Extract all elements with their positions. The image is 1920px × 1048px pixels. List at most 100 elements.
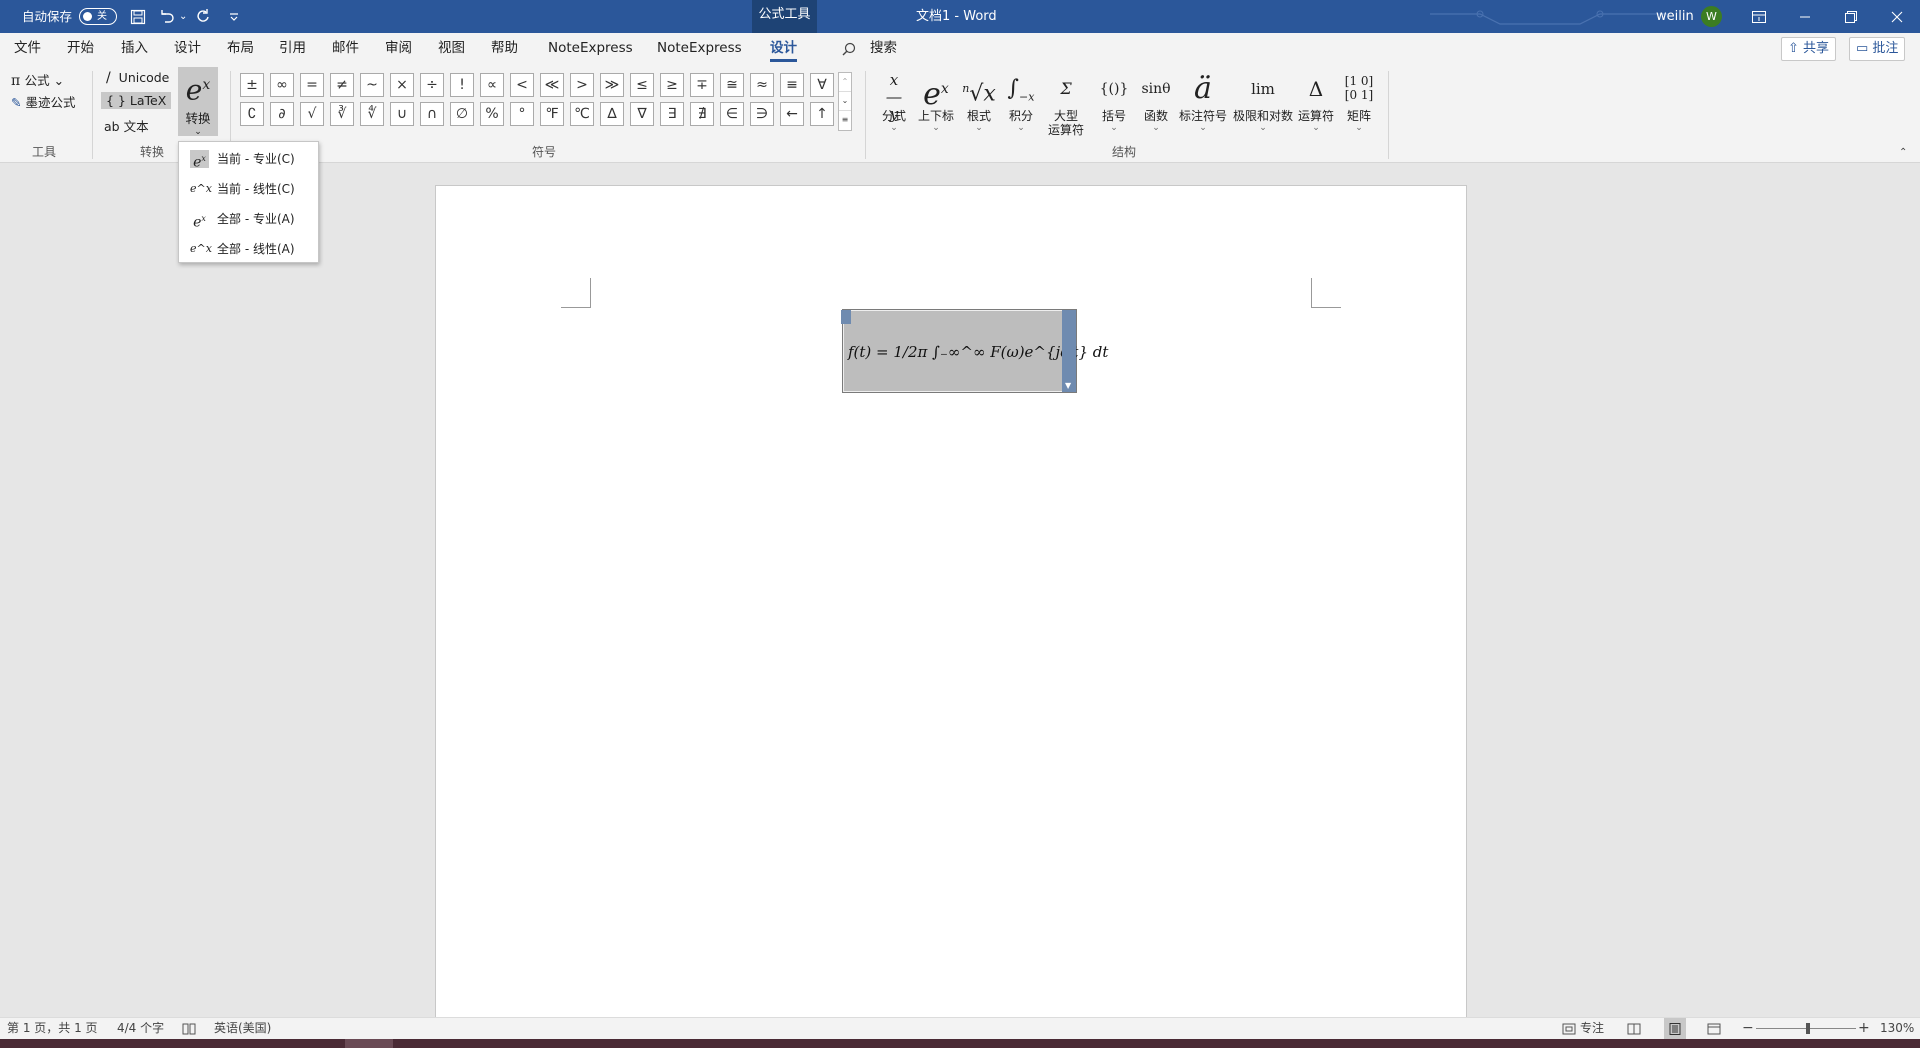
limit-log-button[interactable]: lim 极限和对数 ⌄ bbox=[1232, 69, 1294, 133]
search-icon[interactable] bbox=[842, 33, 856, 65]
symbol-button[interactable]: ∛ bbox=[330, 102, 354, 126]
symbol-button[interactable]: ∓ bbox=[690, 73, 714, 97]
symbol-button[interactable]: ≈ bbox=[750, 73, 774, 97]
redo-icon[interactable] bbox=[196, 0, 212, 33]
autosave-toggle[interactable]: 关 bbox=[79, 8, 117, 25]
bracket-button[interactable]: {()} 括号 ⌄ bbox=[1096, 69, 1132, 133]
undo-icon[interactable] bbox=[158, 0, 176, 33]
accent-button[interactable]: ä 标注符号 ⌄ bbox=[1178, 69, 1228, 133]
symbol-button[interactable]: = bbox=[300, 73, 324, 97]
tab-references[interactable]: 引用 bbox=[279, 33, 306, 65]
print-layout-icon[interactable] bbox=[1664, 1018, 1686, 1040]
tab-equation-design[interactable]: 设计 bbox=[770, 33, 797, 65]
integral-button[interactable]: ∫−x 积分 ⌄ bbox=[1002, 69, 1040, 133]
tab-home[interactable]: 开始 bbox=[67, 33, 94, 65]
symbol-button[interactable]: ∅ bbox=[450, 102, 474, 126]
tab-help[interactable]: 帮助 bbox=[491, 33, 518, 65]
close-icon[interactable] bbox=[1874, 0, 1920, 33]
symbol-button[interactable]: ∋ bbox=[750, 102, 774, 126]
tab-noteexpress-2[interactable]: NoteExpress bbox=[657, 33, 742, 65]
tab-design[interactable]: 设计 bbox=[174, 33, 201, 65]
search-box[interactable]: 搜索 bbox=[870, 33, 897, 65]
restore-icon[interactable] bbox=[1828, 0, 1874, 33]
symbol-button[interactable]: ∞ bbox=[270, 73, 294, 97]
expand-gallery-icon[interactable]: ≡ bbox=[839, 111, 851, 130]
symbol-button[interactable]: ≥ bbox=[660, 73, 684, 97]
user-name[interactable]: weilin bbox=[1656, 0, 1694, 33]
symbol-button[interactable]: ≪ bbox=[540, 73, 564, 97]
zoom-in-button[interactable]: + bbox=[1858, 1018, 1870, 1040]
equation-options-handle[interactable]: ▼ bbox=[1062, 310, 1076, 392]
symbol-button[interactable]: ↑ bbox=[810, 102, 834, 126]
convert-all-professional-item[interactable]: ex 全部 - 专业(A) bbox=[179, 205, 318, 233]
equation-object[interactable]: f(t) = 1/2π ∫₋∞^∞ F(ω)e^{jωt} dt ▼ bbox=[841, 309, 1108, 393]
tab-file[interactable]: 文件 bbox=[14, 33, 41, 65]
symbol-button[interactable]: ∂ bbox=[270, 102, 294, 126]
symbol-button[interactable]: ≡ bbox=[780, 73, 804, 97]
latex-button[interactable]: { } LaTeX bbox=[101, 92, 172, 109]
symbol-button[interactable]: ° bbox=[510, 102, 534, 126]
symbol-button[interactable]: ← bbox=[780, 102, 804, 126]
ribbon-display-options-icon[interactable] bbox=[1736, 0, 1782, 33]
user-avatar[interactable]: W bbox=[1701, 6, 1722, 27]
symbol-button[interactable]: ≅ bbox=[720, 73, 744, 97]
symbol-button[interactable]: ∝ bbox=[480, 73, 504, 97]
equation-text[interactable]: f(t) = 1/2π ∫₋∞^∞ F(ω)e^{jωt} dt bbox=[848, 311, 1108, 393]
web-layout-icon[interactable] bbox=[1707, 1018, 1721, 1040]
focus-mode-button[interactable]: 专注 bbox=[1580, 1018, 1604, 1040]
language-indicator[interactable]: 英语(美国) bbox=[214, 1018, 271, 1040]
symbol-button[interactable]: ∁ bbox=[240, 102, 264, 126]
script-button[interactable]: ex 上下标 ⌄ bbox=[914, 69, 958, 133]
symbol-button[interactable]: √ bbox=[300, 102, 324, 126]
tab-layout[interactable]: 布局 bbox=[227, 33, 254, 65]
tab-view[interactable]: 视图 bbox=[438, 33, 465, 65]
equation-button[interactable]: π 公式 ⌄ bbox=[11, 70, 64, 89]
scroll-up-icon[interactable]: ⌃ bbox=[839, 73, 851, 92]
convert-current-linear-item[interactable]: e^x 当前 - 线性(C) bbox=[179, 175, 318, 203]
ink-equation-button[interactable]: ✎ 墨迹公式 bbox=[11, 92, 75, 111]
convert-current-professional-item[interactable]: ex 当前 - 专业(C) bbox=[179, 145, 318, 173]
text-button[interactable]: ab 文本 bbox=[104, 116, 149, 135]
large-operator-button[interactable]: Σ 大型 运算符 bbox=[1042, 69, 1090, 137]
minimize-icon[interactable] bbox=[1782, 0, 1828, 33]
symbols-scrollbar[interactable]: ⌃ ⌄ ≡ bbox=[838, 72, 852, 131]
tab-mailings[interactable]: 邮件 bbox=[332, 33, 359, 65]
scroll-down-icon[interactable]: ⌄ bbox=[839, 92, 851, 111]
save-icon[interactable] bbox=[130, 0, 146, 33]
symbol-button[interactable]: ℃ bbox=[570, 102, 594, 126]
radical-button[interactable]: n√x 根式 ⌄ bbox=[960, 69, 998, 133]
symbol-button[interactable]: × bbox=[390, 73, 414, 97]
symbol-button[interactable]: ± bbox=[240, 73, 264, 97]
symbol-button[interactable]: ∆ bbox=[600, 102, 624, 126]
symbol-button[interactable]: < bbox=[510, 73, 534, 97]
symbol-button[interactable]: ≠ bbox=[330, 73, 354, 97]
symbol-button[interactable]: ∃ bbox=[660, 102, 684, 126]
collapse-ribbon-icon[interactable]: ⌃ bbox=[1899, 147, 1907, 158]
matrix-button[interactable]: [1 0] [0 1] 矩阵 ⌄ bbox=[1340, 69, 1378, 133]
convert-button[interactable]: ex 转换 ⌄ bbox=[178, 67, 218, 137]
comments-button[interactable]: ▭ 批注 bbox=[1849, 37, 1906, 61]
tab-insert[interactable]: 插入 bbox=[121, 33, 148, 65]
symbol-button[interactable]: ∜ bbox=[360, 102, 384, 126]
symbol-button[interactable]: ∄ bbox=[690, 102, 714, 126]
operator-button[interactable]: Δ 运算符 ⌄ bbox=[1296, 69, 1336, 133]
zoom-slider[interactable] bbox=[1756, 1018, 1856, 1040]
zoom-thumb[interactable] bbox=[1806, 1023, 1810, 1034]
undo-dropdown-icon[interactable]: ⌄ bbox=[179, 0, 187, 33]
symbol-button[interactable]: ∀ bbox=[810, 73, 834, 97]
read-mode-icon[interactable] bbox=[1627, 1018, 1641, 1040]
proofing-icon[interactable] bbox=[182, 1018, 196, 1040]
page-count[interactable]: 第 1 页，共 1 页 bbox=[7, 1018, 98, 1040]
zoom-out-button[interactable]: − bbox=[1742, 1018, 1754, 1040]
convert-all-linear-item[interactable]: e^x 全部 - 线性(A) bbox=[179, 235, 318, 263]
symbol-button[interactable]: ∩ bbox=[420, 102, 444, 126]
zoom-level[interactable]: 130% bbox=[1880, 1018, 1914, 1040]
symbol-button[interactable]: % bbox=[480, 102, 504, 126]
function-button[interactable]: sinθ 函数 ⌄ bbox=[1138, 69, 1174, 133]
tab-review[interactable]: 审阅 bbox=[385, 33, 412, 65]
word-count[interactable]: 4/4 个字 bbox=[117, 1018, 164, 1040]
symbol-button[interactable]: ∪ bbox=[390, 102, 414, 126]
focus-mode-icon[interactable] bbox=[1562, 1018, 1576, 1040]
symbol-button[interactable]: ÷ bbox=[420, 73, 444, 97]
symbol-button[interactable]: ∇ bbox=[630, 102, 654, 126]
